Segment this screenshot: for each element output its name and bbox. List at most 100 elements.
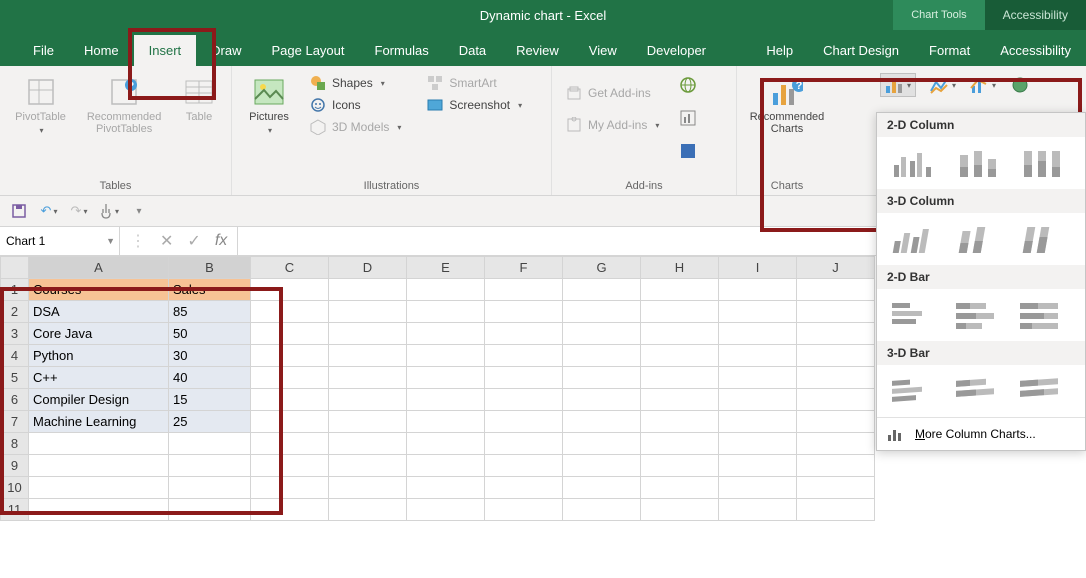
- cell[interactable]: DSA: [29, 301, 169, 323]
- select-all-corner[interactable]: [1, 257, 29, 279]
- cell[interactable]: [797, 345, 875, 367]
- cell[interactable]: [251, 477, 329, 499]
- tab-help[interactable]: Help: [751, 35, 808, 66]
- cell[interactable]: [797, 367, 875, 389]
- cell[interactable]: [563, 279, 641, 301]
- 3d-stacked-bar-choice[interactable]: [951, 373, 1001, 409]
- customize-qat-button[interactable]: ▾: [126, 199, 152, 223]
- cell[interactable]: [563, 499, 641, 521]
- cell[interactable]: [719, 279, 797, 301]
- cell[interactable]: [329, 477, 407, 499]
- cell[interactable]: [719, 323, 797, 345]
- cell[interactable]: [641, 279, 719, 301]
- cell[interactable]: [563, 367, 641, 389]
- cell[interactable]: C++: [29, 367, 169, 389]
- cell[interactable]: [329, 455, 407, 477]
- cell[interactable]: [719, 499, 797, 521]
- cell[interactable]: [719, 455, 797, 477]
- cell[interactable]: [719, 411, 797, 433]
- 3d-100-stacked-bar-choice[interactable]: [1015, 373, 1065, 409]
- tab-draw[interactable]: Draw: [196, 35, 256, 66]
- row-header[interactable]: 9: [1, 455, 29, 477]
- cell[interactable]: Courses: [29, 279, 169, 301]
- cell[interactable]: [29, 499, 169, 521]
- tab-review[interactable]: Review: [501, 35, 574, 66]
- cell[interactable]: [407, 367, 485, 389]
- cell[interactable]: 40: [169, 367, 251, 389]
- cell[interactable]: [485, 433, 563, 455]
- cell[interactable]: [485, 279, 563, 301]
- cell[interactable]: 50: [169, 323, 251, 345]
- cell[interactable]: [641, 499, 719, 521]
- col-header-E[interactable]: E: [407, 257, 485, 279]
- cell[interactable]: Machine Learning: [29, 411, 169, 433]
- tab-format[interactable]: Format: [914, 35, 985, 66]
- col-header-B[interactable]: B: [169, 257, 251, 279]
- cell[interactable]: [169, 499, 251, 521]
- cell[interactable]: [719, 367, 797, 389]
- 3d-models-button[interactable]: 3D Models▾: [304, 116, 407, 138]
- 3d-stacked-column-choice[interactable]: [951, 221, 1001, 257]
- cell[interactable]: 15: [169, 389, 251, 411]
- cell[interactable]: [485, 301, 563, 323]
- shapes-button[interactable]: Shapes▾: [304, 72, 407, 94]
- fx-icon[interactable]: fx: [215, 232, 227, 250]
- clustered-bar-choice[interactable]: [887, 297, 937, 333]
- table-button[interactable]: Table: [175, 70, 223, 123]
- col-header-C[interactable]: C: [251, 257, 329, 279]
- tab-formulas[interactable]: Formulas: [360, 35, 444, 66]
- cell[interactable]: [797, 433, 875, 455]
- save-button[interactable]: [6, 199, 32, 223]
- row-header[interactable]: 10: [1, 477, 29, 499]
- cell[interactable]: 30: [169, 345, 251, 367]
- name-box[interactable]: ▼: [0, 227, 120, 255]
- cell[interactable]: [719, 389, 797, 411]
- row-header[interactable]: 5: [1, 367, 29, 389]
- chevron-down-icon[interactable]: ▼: [106, 236, 115, 246]
- cell[interactable]: [251, 455, 329, 477]
- cell[interactable]: [485, 367, 563, 389]
- cell[interactable]: [641, 433, 719, 455]
- row-header[interactable]: 3: [1, 323, 29, 345]
- tab-view[interactable]: View: [574, 35, 632, 66]
- icons-button[interactable]: Icons: [304, 94, 407, 116]
- tab-insert[interactable]: Insert: [134, 35, 197, 66]
- cell[interactable]: [251, 389, 329, 411]
- combo-chart-button[interactable]: ▾: [970, 76, 996, 94]
- smartart-button[interactable]: SmartArt: [421, 72, 528, 94]
- cell[interactable]: [251, 345, 329, 367]
- cell[interactable]: [563, 389, 641, 411]
- touch-mouse-mode-button[interactable]: ▾: [96, 199, 122, 223]
- cell[interactable]: [563, 411, 641, 433]
- cell[interactable]: [563, 433, 641, 455]
- cell[interactable]: [641, 389, 719, 411]
- cancel-formula-button[interactable]: ✕: [160, 231, 173, 251]
- col-header-G[interactable]: G: [563, 257, 641, 279]
- row-header[interactable]: 1: [1, 279, 29, 301]
- tab-accessibility[interactable]: Accessibility: [985, 35, 1086, 66]
- cell[interactable]: [407, 279, 485, 301]
- cell[interactable]: [251, 301, 329, 323]
- cell[interactable]: [407, 323, 485, 345]
- row-header[interactable]: 2: [1, 301, 29, 323]
- more-column-charts-button[interactable]: More Column Charts...: [877, 417, 1085, 450]
- cell[interactable]: [485, 499, 563, 521]
- cell[interactable]: [485, 389, 563, 411]
- pivottable-button[interactable]: PivotTable ▾: [8, 70, 73, 135]
- cell[interactable]: [407, 301, 485, 323]
- cell[interactable]: [719, 345, 797, 367]
- 3d-clustered-bar-choice[interactable]: [887, 373, 937, 409]
- cell[interactable]: [169, 455, 251, 477]
- cell[interactable]: Sales: [169, 279, 251, 301]
- row-header[interactable]: 8: [1, 433, 29, 455]
- column-chart-button[interactable]: ▾: [880, 73, 916, 97]
- col-header-F[interactable]: F: [485, 257, 563, 279]
- cell[interactable]: [329, 411, 407, 433]
- clustered-column-choice[interactable]: [887, 145, 937, 181]
- tab-chart-design[interactable]: Chart Design: [808, 35, 914, 66]
- cell[interactable]: [251, 323, 329, 345]
- col-header-H[interactable]: H: [641, 257, 719, 279]
- cell[interactable]: [407, 433, 485, 455]
- cell[interactable]: [407, 389, 485, 411]
- cell[interactable]: [407, 411, 485, 433]
